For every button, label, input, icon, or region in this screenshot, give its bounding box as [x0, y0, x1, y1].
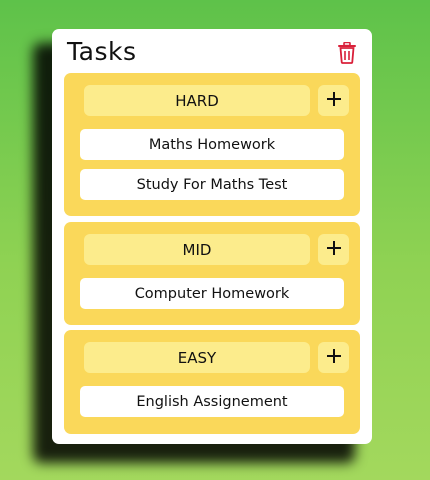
group-header-hard: HARD [84, 85, 310, 116]
group-header-easy: EASY [84, 342, 310, 373]
task-item[interactable]: Study For Maths Test [80, 169, 344, 200]
group-mid: MID Computer Homework [64, 222, 360, 325]
add-task-button-easy[interactable] [318, 342, 349, 373]
plus-icon [326, 348, 342, 368]
task-item[interactable]: Maths Homework [80, 129, 344, 160]
plus-icon [326, 240, 342, 260]
add-task-button-hard[interactable] [318, 85, 349, 116]
task-item[interactable]: English Assignement [80, 386, 344, 417]
group-header-mid: MID [84, 234, 310, 265]
task-item[interactable]: Computer Homework [80, 278, 344, 309]
add-task-button-mid[interactable] [318, 234, 349, 265]
group-easy: EASY English Assignement [64, 330, 360, 434]
plus-icon [326, 91, 342, 111]
trash-icon[interactable] [337, 41, 357, 64]
group-hard: HARD Maths Homework Study For Maths Test [64, 73, 360, 216]
tasks-card: Tasks HARD Maths Homework Study For Math… [52, 29, 372, 444]
page-title: Tasks [67, 37, 137, 66]
